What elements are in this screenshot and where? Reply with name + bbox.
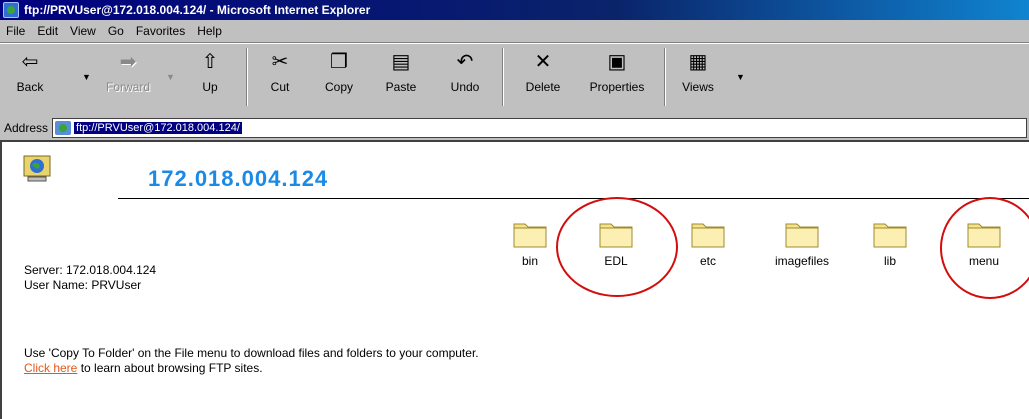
click-here-link[interactable]: Click here [24,361,77,375]
views-dropdown-icon[interactable]: ▼ [736,72,745,82]
annotation-circle-menu [940,197,1029,299]
toolbar-separator [664,48,666,106]
user-line: User Name: PRVUser [24,278,142,292]
address-value[interactable]: ftp://PRVUser@172.018.004.124/ [74,122,242,134]
toolbar-separator [502,48,504,106]
title-bar: ftp://PRVUser@172.018.004.124/ - Microso… [0,0,1029,20]
menu-favorites[interactable]: Favorites [130,24,191,38]
back-dropdown-icon[interactable]: ▼ [82,72,91,82]
menu-go[interactable]: Go [102,24,130,38]
up-folder-icon: ⇧ [201,51,219,73]
menu-bar: File Edit View Go Favorites Help [0,20,1029,43]
forward-button[interactable]: ➡ Forward [98,48,158,108]
forward-dropdown-icon[interactable]: ▼ [166,72,175,82]
folder-icon [785,223,819,248]
toolbar: ⇦ Back ▼ ➡ Forward ▼ ⇧ Up ✂ Cut ❐ Copy ▤… [0,43,1029,117]
views-icon: ▦ [688,51,708,73]
delete-x-icon: ✕ [534,51,552,73]
copy-button[interactable]: ❐ Copy [314,48,364,108]
internet-explorer-icon [3,2,19,18]
undo-button[interactable]: ↶ Undo [440,48,490,108]
back-button[interactable]: ⇦ Back [8,48,52,108]
ftp-globe-icon [55,121,72,135]
folder-item[interactable]: etc [668,218,748,268]
undo-icon: ↶ [456,51,474,73]
address-bar: Address ftp://PRVUser@172.018.004.124/ [0,116,1029,142]
address-input[interactable]: ftp://PRVUser@172.018.004.124/ [52,118,1027,138]
paste-icon: ▤ [391,51,411,73]
note-text-1: Use 'Copy To Folder' on the File menu to… [24,346,479,360]
cut-button[interactable]: ✂ Cut [258,48,302,108]
note-text-2: to learn about browsing FTP sites. [77,361,263,375]
ftp-server-icon [23,155,51,182]
server-line: Server: 172.018.004.124 [24,263,157,277]
folder-icon [513,223,547,248]
paste-button[interactable]: ▤ Paste [376,48,426,108]
heading-divider [118,198,1029,199]
views-button[interactable]: ▦ Views [676,48,720,108]
copy-icon: ❐ [330,51,348,73]
help-note: Use 'Copy To Folder' on the File menu to… [24,346,484,376]
forward-arrow-icon: ➡ [119,51,137,73]
folder-item[interactable]: lib [850,218,930,268]
server-info: Server: 172.018.004.124 User Name: PRVUs… [24,263,156,293]
properties-icon: ▣ [607,51,627,73]
annotation-circle-edl [556,197,678,297]
menu-view[interactable]: View [64,24,102,38]
page-heading: 172.018.004.124 [148,166,329,191]
scissors-icon: ✂ [271,51,289,73]
properties-button[interactable]: ▣ Properties [580,48,654,108]
menu-edit[interactable]: Edit [31,24,64,38]
menu-help[interactable]: Help [191,24,228,38]
window-title: ftp://PRVUser@172.018.004.124/ - Microso… [24,3,371,17]
delete-button[interactable]: ✕ Delete [514,48,572,108]
folder-icon [873,223,907,248]
back-arrow-icon: ⇦ [21,51,39,73]
address-label: Address [4,121,49,135]
up-button[interactable]: ⇧ Up [188,48,232,108]
toolbar-separator [246,48,248,106]
folder-item[interactable]: imagefiles [762,218,842,268]
folder-icon [691,223,725,248]
menu-file[interactable]: File [0,24,31,38]
